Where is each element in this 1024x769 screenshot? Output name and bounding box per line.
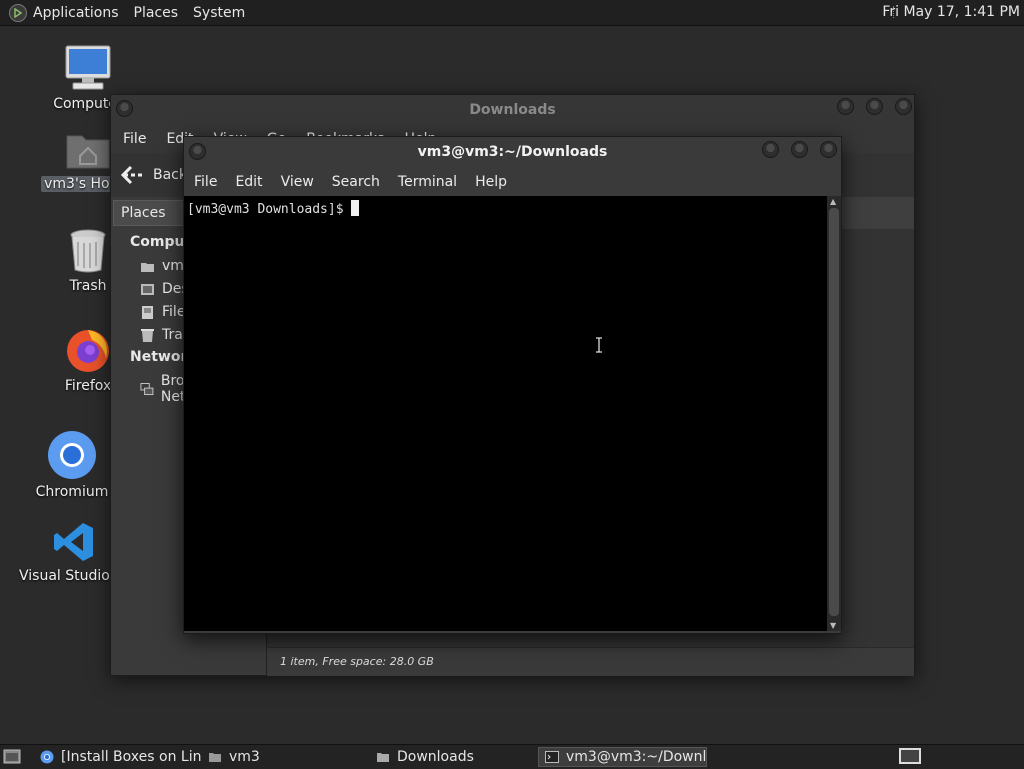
status-bar: 1 item, Free space: 28.0 GB (267, 647, 914, 676)
terminal-menubar: File Edit View Search Terminal Help (184, 167, 841, 196)
menu-terminal[interactable]: Terminal (398, 174, 457, 190)
trash-icon (70, 229, 106, 273)
maximize-button[interactable] (790, 141, 808, 158)
terminal-screen[interactable]: [vm3@vm3 Downloads]$ (184, 196, 827, 631)
vscode-icon (54, 523, 93, 561)
file-manager-titlebar[interactable]: Downloads (111, 95, 914, 125)
task-label: vm3 (229, 749, 260, 765)
status-text: 1 item, Free space: 28.0 GB (280, 655, 434, 668)
back-label: Back (153, 167, 187, 183)
ibeam-cursor-icon (596, 337, 602, 353)
desktop-icon-label: Chromium (35, 484, 109, 500)
taskbar-item-home[interactable]: vm3 (202, 747, 368, 767)
taskbar-item-chromium[interactable]: [Install Boxes on Lin... (34, 747, 202, 767)
task-label: Downloads (397, 749, 474, 765)
home-icon (141, 262, 154, 272)
workspace-switcher[interactable] (899, 748, 921, 764)
system-menu[interactable]: System (193, 5, 245, 21)
desktop-icon-label: Trash (69, 278, 107, 294)
terminal-titlebar[interactable]: vm3@vm3:~/Downloads (184, 137, 841, 167)
taskbar-item-downloads[interactable]: Downloads (370, 747, 536, 767)
text-cursor (350, 200, 359, 216)
home-folder-icon (66, 135, 110, 169)
menu-edit[interactable]: Edit (235, 174, 262, 190)
close-button[interactable] (895, 98, 912, 115)
trash-icon (141, 328, 154, 342)
menu-help[interactable]: Help (475, 174, 507, 190)
folder-icon (377, 753, 389, 762)
places-menu[interactable]: Places (134, 5, 179, 21)
taskbar-item-terminal[interactable]: vm3@vm3:~/Downl... (538, 747, 707, 767)
close-button[interactable] (820, 141, 837, 158)
minimize-button[interactable] (836, 98, 854, 115)
maximize-button[interactable] (865, 98, 883, 115)
window-title: Downloads (469, 102, 556, 118)
bottom-panel: [Install Boxes on Lin... vm3 Downloads v… (0, 744, 1024, 769)
chromium-icon (48, 431, 96, 479)
scroll-up-icon[interactable]: ▲ (830, 197, 836, 206)
menu-file[interactable]: File (123, 131, 146, 147)
applications-menu[interactable]: Applications (33, 5, 119, 21)
menu-search[interactable]: Search (332, 174, 380, 190)
computer-icon (65, 45, 111, 90)
terminal-window: vm3@vm3:~/Downloads File Edit View Searc… (183, 136, 842, 634)
show-desktop-icon[interactable] (3, 748, 21, 765)
window-title: vm3@vm3:~/Downloads (417, 144, 608, 160)
chromium-icon (40, 750, 54, 764)
drive-icon (142, 305, 153, 319)
terminal-prompt-line: [vm3@vm3 Downloads]$ (187, 200, 359, 217)
menu-view[interactable]: View (281, 174, 314, 190)
column-header[interactable] (842, 197, 914, 229)
desktop-icon-label: Firefox (64, 378, 112, 394)
back-arrow-icon (121, 165, 143, 185)
terminal-icon (545, 751, 559, 763)
prompt-text: [vm3@vm3 Downloads]$ (187, 202, 344, 217)
task-label: vm3@vm3:~/Downl... (566, 749, 707, 765)
home-folder-icon (209, 753, 221, 762)
scroll-down-icon[interactable]: ▼ (830, 621, 836, 630)
minimize-button[interactable] (761, 141, 779, 158)
clock[interactable]: Fri May 17, 1:41 PM (882, 4, 1020, 20)
top-panel: Applications Places System Fri May 17, 1… (0, 0, 1024, 26)
scrollbar-thumb[interactable] (829, 208, 839, 616)
menu-file[interactable]: File (194, 174, 217, 190)
terminal-scrollbar[interactable]: ▲ ▼ (827, 196, 841, 631)
firefox-icon (67, 330, 109, 372)
applications-logo-icon[interactable] (9, 3, 27, 22)
desktop-icon (141, 283, 154, 295)
network-icon (140, 382, 154, 395)
task-label: [Install Boxes on Lin... (61, 749, 202, 765)
back-button[interactable]: Back (121, 165, 187, 185)
desktop-icon-chromium[interactable]: Chromium (24, 430, 120, 500)
